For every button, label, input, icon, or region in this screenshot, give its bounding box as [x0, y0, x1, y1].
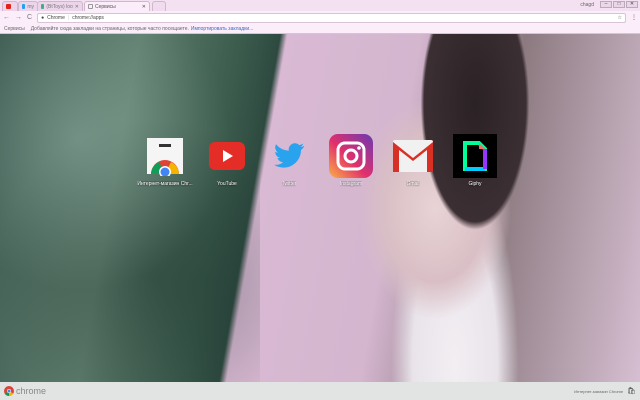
- profile-name[interactable]: сhagd: [580, 2, 594, 8]
- minimize-button[interactable]: –: [600, 1, 612, 8]
- site-chip: Chrome: [47, 14, 65, 21]
- tab-label: Сервисы: [95, 3, 116, 10]
- bookmarks-hint: Добавляйте сюда закладки на страницы, ко…: [30, 25, 189, 32]
- app-chrome-web-store[interactable]: Интернет-магазин Chr...: [137, 134, 193, 187]
- import-bookmarks-link[interactable]: Импортировать закладки...: [191, 26, 253, 32]
- maximize-button[interactable]: □: [613, 1, 625, 8]
- star-icon[interactable]: ☆: [618, 15, 622, 21]
- close-window-button[interactable]: ✕: [626, 1, 638, 8]
- title-bar: my (BtToys) loo ✕ Сервисы ✕ сhagd – □ ✕: [0, 0, 640, 11]
- app-label: Giphy: [468, 181, 482, 187]
- chrome-logo-text: chrome: [16, 386, 47, 396]
- app-label: Gmail: [406, 181, 420, 187]
- chrome-page-icon: ●: [41, 14, 45, 21]
- new-tab-button[interactable]: [152, 1, 166, 11]
- instagram-icon: [329, 134, 373, 178]
- tab-label: my: [27, 3, 34, 10]
- app-instagram[interactable]: Instagram: [323, 134, 379, 187]
- forward-button[interactable]: →: [15, 14, 22, 21]
- web-store-icon[interactable]: 🛍: [627, 387, 636, 395]
- web-store-link[interactable]: Интернет-магазин Chrome: [574, 389, 623, 394]
- tab-youtube[interactable]: [2, 1, 18, 11]
- app-label: Интернет-магазин Chr...: [137, 181, 193, 187]
- bottom-bar: chrome Интернет-магазин Chrome 🛍: [0, 382, 640, 400]
- apps-grid: Интернет-магазин Chr... YouTube Twitter …: [137, 134, 503, 187]
- bookmarks-bar: Сервисы Добавляйте сюда закладки на стра…: [0, 24, 640, 34]
- apps-page: Интернет-магазин Chr... YouTube Twitter …: [0, 34, 640, 382]
- close-tab-icon[interactable]: ✕: [75, 4, 79, 10]
- background-rain: [0, 34, 260, 382]
- chrome-web-store-icon: [143, 134, 187, 178]
- tab-bttoys[interactable]: (BtToys) loo ✕: [37, 1, 83, 11]
- separator: |: [67, 14, 70, 21]
- app-giphy[interactable]: Giphy: [447, 134, 503, 187]
- back-button[interactable]: ←: [3, 14, 10, 21]
- app-label: Twitter: [281, 181, 297, 187]
- app-label: YouTube: [217, 181, 237, 187]
- toolbar: ← → C ● Chrome | chrome://apps ☆ ⋮: [0, 11, 640, 24]
- giphy-icon: [453, 134, 497, 178]
- app-label: Instagram: [339, 181, 363, 187]
- reload-button[interactable]: C: [27, 14, 32, 21]
- background-person: [355, 34, 555, 382]
- close-tab-icon[interactable]: ✕: [142, 4, 146, 10]
- youtube-icon: [205, 134, 249, 178]
- chrome-logo: chrome: [4, 386, 46, 396]
- app-gmail[interactable]: Gmail: [385, 134, 441, 187]
- url-text[interactable]: chrome://apps: [72, 15, 104, 21]
- app-youtube[interactable]: YouTube: [199, 134, 255, 187]
- app-twitter[interactable]: Twitter: [261, 134, 317, 187]
- tab-services[interactable]: Сервисы ✕: [84, 1, 150, 11]
- page-favicon-icon: [41, 4, 45, 9]
- apps-grid-icon: [88, 4, 93, 9]
- chrome-logo-icon: [4, 386, 14, 396]
- tab-label: (BtToys) loo: [46, 3, 73, 10]
- twitter-favicon-icon: [22, 4, 26, 9]
- gmail-icon: [391, 134, 435, 178]
- bookmark-apps[interactable]: Сервисы: [4, 26, 25, 32]
- twitter-bird-icon: [267, 134, 311, 178]
- tab-twitter[interactable]: my: [18, 1, 38, 11]
- menu-icon[interactable]: ⋮: [631, 14, 637, 21]
- address-bar[interactable]: ● Chrome | chrome://apps ☆: [37, 12, 626, 23]
- youtube-favicon-icon: [6, 4, 11, 9]
